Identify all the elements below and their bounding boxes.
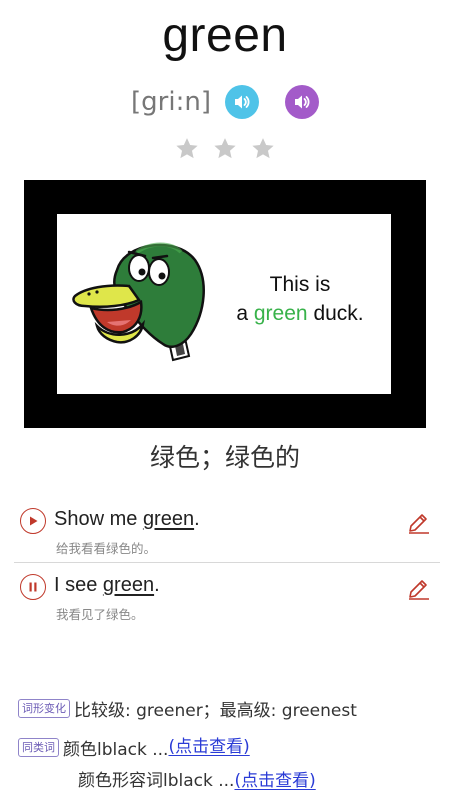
- example-sentence-1: Show me green. 给我看看绿色的。: [0, 500, 450, 560]
- inflection-text: 比较级: greener；最高级: greenest: [74, 701, 357, 721]
- phonetic-text: [gri:n]: [131, 87, 211, 117]
- inflection-tag: 词形变化: [18, 699, 70, 718]
- divider: [14, 562, 440, 563]
- pronunciation-row: [gri:n]: [0, 80, 450, 124]
- example-english-word[interactable]: green: [103, 574, 154, 596]
- word-image-card: This is a green duck.: [24, 180, 426, 428]
- synonym-row-1: 同类词 颜色lblack ...(点击查看): [18, 732, 250, 760]
- example-english: I see green.: [54, 574, 160, 597]
- view-more-link[interactable]: (点击查看): [234, 771, 315, 791]
- us-speaker-button[interactable]: [284, 85, 319, 119]
- star-rating[interactable]: [0, 136, 450, 162]
- duck-illustration: [72, 242, 205, 362]
- edit-button[interactable]: [406, 508, 432, 538]
- star-icon: [250, 136, 276, 162]
- example-english-before: Show me: [54, 508, 143, 530]
- card-caption-line1: This is: [269, 273, 331, 296]
- card-caption-prefix: a: [236, 302, 249, 325]
- example-sentence-2: I see green. 我看见了绿色。: [0, 566, 450, 626]
- example-english-after: .: [154, 574, 160, 596]
- edit-button[interactable]: [406, 574, 432, 604]
- example-english-before: I see: [54, 574, 103, 596]
- play-button[interactable]: [20, 508, 46, 534]
- example-chinese: 给我看看绿色的。: [56, 541, 157, 556]
- play-icon: [30, 516, 38, 526]
- card-caption-line2: a green duck.: [215, 299, 385, 328]
- pause-icon: [29, 582, 37, 592]
- speaker-icon: [294, 95, 310, 109]
- star-icon: [212, 136, 238, 162]
- card-content: This is a green duck.: [57, 214, 391, 394]
- pencil-icon: [409, 514, 429, 534]
- card-caption-highlight-word: green: [253, 302, 308, 325]
- synonym-tag: 同类词: [18, 737, 59, 757]
- uk-speaker-button[interactable]: [224, 85, 259, 119]
- example-english-word[interactable]: green: [143, 508, 194, 530]
- synonym-text: 颜色形容词lblack ...: [78, 771, 235, 791]
- inflection-row: 词形变化 比较级: greener；最高级: greenest: [18, 696, 357, 721]
- view-more-link[interactable]: (点击查看): [168, 737, 249, 757]
- example-english: Show me green.: [54, 508, 200, 531]
- example-english-after: .: [194, 508, 200, 530]
- speaker-icon: [234, 95, 250, 109]
- card-caption: This is a green duck.: [215, 270, 385, 328]
- pencil-icon: [409, 580, 429, 600]
- star-icon: [174, 136, 200, 162]
- pause-button[interactable]: [20, 574, 46, 600]
- word-title: green: [162, 9, 288, 62]
- chinese-meaning: 绿色；绿色的: [149, 443, 300, 472]
- synonym-row-2: 颜色形容词lblack ...(点击查看): [78, 766, 316, 791]
- synonym-text: 颜色lblack ...: [63, 739, 169, 760]
- card-caption-suffix: duck.: [313, 302, 364, 325]
- example-chinese: 我看见了绿色。: [56, 607, 144, 622]
